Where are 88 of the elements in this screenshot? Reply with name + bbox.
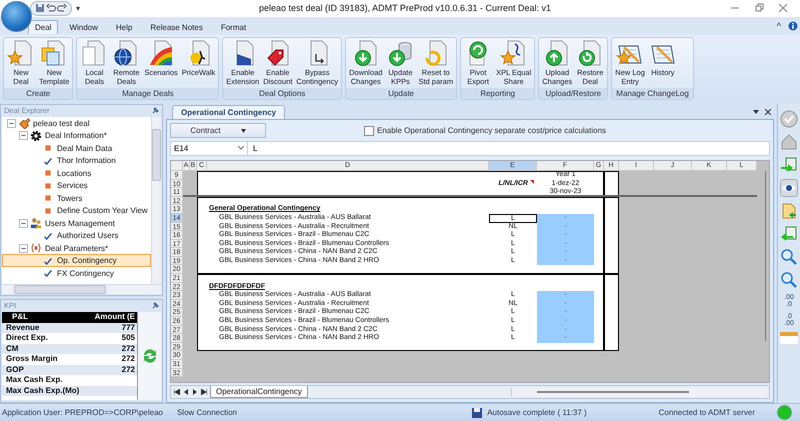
app-logo[interactable] bbox=[1, 1, 32, 32]
vertical-scrollbar[interactable] bbox=[151, 116, 161, 284]
eye-icon bbox=[780, 178, 798, 197]
ribbon-tab[interactable]: Window bbox=[62, 20, 105, 34]
sheet-tab[interactable]: OperationalContingency bbox=[210, 386, 308, 398]
pin-icon bbox=[151, 302, 159, 310]
horizontal-scrollbar[interactable] bbox=[2, 284, 161, 294]
dropdown-icon bbox=[753, 108, 759, 115]
ruler-icon bbox=[780, 332, 798, 344]
save-icon bbox=[472, 408, 482, 418]
horizontal-scrollbar[interactable] bbox=[510, 388, 765, 397]
status-text: Connected to ADMT server bbox=[658, 408, 755, 418]
group-label: Reporting bbox=[461, 88, 534, 99]
house-icon bbox=[780, 132, 798, 151]
name-box[interactable]: E14 bbox=[171, 142, 248, 155]
select-all-corner[interactable] bbox=[171, 160, 183, 171]
group-label: Upload/Restore bbox=[539, 88, 608, 99]
redo-icon bbox=[57, 3, 67, 14]
kpi-label: Max Cash Exp. bbox=[5, 375, 64, 386]
kpi-label: Max Cash Exp.(Mo) bbox=[5, 386, 80, 396]
tree-item[interactable]: Thor Information bbox=[2, 154, 151, 167]
kpi-value: 272 bbox=[120, 344, 136, 354]
deal-icon bbox=[18, 117, 30, 130]
tree-item[interactable]: peleao test deal bbox=[2, 116, 151, 130]
quick-access-dropdown[interactable]: ▾ bbox=[76, 4, 80, 13]
restore-icon bbox=[754, 3, 764, 14]
import-arrow-icon bbox=[780, 224, 798, 243]
document-tab[interactable]: Operational Contingency bbox=[172, 104, 286, 119]
status-text: Autosave complete ( 11:37 ) bbox=[487, 408, 587, 418]
previous-sheet-icon bbox=[183, 389, 189, 396]
kpi-value: 272 bbox=[120, 364, 136, 376]
kpi-value: 505 bbox=[120, 333, 136, 344]
ribbon-tab[interactable]: Deal bbox=[28, 20, 58, 34]
pin-icon bbox=[151, 106, 159, 115]
tree-item[interactable]: Deal Information* bbox=[2, 129, 151, 142]
tree-item[interactable]: FX Contingency bbox=[2, 266, 151, 280]
close-icon bbox=[778, 3, 788, 14]
tree-item[interactable]: Deal Main Data bbox=[2, 142, 151, 154]
ribbon-tab[interactable]: Format bbox=[214, 20, 254, 34]
gear-icon bbox=[30, 130, 42, 142]
kpi-value: 272 bbox=[120, 354, 136, 365]
checkbox[interactable] bbox=[364, 126, 374, 136]
group-label: Deal Options bbox=[223, 88, 342, 99]
last-sheet-icon bbox=[201, 389, 207, 396]
kpi-label: Direct Exp. bbox=[5, 333, 49, 344]
group-label: Update bbox=[346, 88, 456, 99]
kpi-value: 777 bbox=[120, 322, 136, 334]
kpi-label: GOP bbox=[5, 364, 25, 376]
users-icon bbox=[30, 217, 42, 230]
column-header: P&L bbox=[11, 312, 29, 323]
column-header: Amount (E bbox=[94, 312, 136, 323]
check-icon bbox=[42, 267, 54, 280]
comment-marker-icon bbox=[530, 180, 534, 184]
tree-item[interactable]: Authorized Users bbox=[2, 229, 151, 242]
close-icon bbox=[765, 108, 771, 115]
function-icon bbox=[30, 242, 42, 254]
document-arrow-icon bbox=[780, 202, 798, 220]
collapse-ribbon-button[interactable]: ^ bbox=[776, 20, 781, 31]
check-circle-icon bbox=[780, 110, 798, 128]
export-arrow-icon bbox=[780, 156, 798, 174]
scenario-dropdown[interactable]: Contract bbox=[170, 123, 266, 138]
save-icon bbox=[35, 3, 45, 14]
undo-icon bbox=[46, 3, 56, 14]
kpi-label: Revenue bbox=[5, 322, 40, 334]
kpi-label: CM bbox=[5, 344, 20, 354]
tree-item[interactable]: Users Management bbox=[2, 216, 151, 230]
kpi-label: Gross Margin bbox=[5, 354, 59, 365]
chevron-icon bbox=[238, 146, 244, 150]
next-sheet-icon bbox=[192, 389, 198, 396]
checkbox-label: Enable Operational Contingency separate cost/price calculations bbox=[377, 126, 606, 136]
ribbon-tab[interactable]: Help bbox=[108, 20, 140, 34]
group-label: Create bbox=[4, 88, 72, 99]
tree-item[interactable]: Deal Parameters* bbox=[2, 242, 151, 254]
tree-item[interactable]: Towers bbox=[2, 192, 151, 204]
ribbon-tab[interactable]: Release Notes bbox=[143, 20, 210, 34]
first-sheet-icon bbox=[174, 389, 180, 396]
group-label: Manage ChangeLog bbox=[612, 88, 693, 99]
caret-icon bbox=[240, 128, 246, 133]
tree-item[interactable]: Op. Contingency bbox=[2, 254, 151, 267]
status-text: Application User: PREPROD=>CORP\peleao bbox=[2, 408, 163, 418]
tree-item[interactable]: Define Custom Year View bbox=[2, 204, 151, 217]
tree-item[interactable]: Services bbox=[2, 179, 151, 192]
window-title: peleao test deal (ID 39183), ADMT PreProd v10.0.6.31 - Current Deal: v1 bbox=[258, 3, 552, 14]
formula-field[interactable]: L bbox=[248, 144, 258, 153]
info-icon bbox=[788, 20, 798, 31]
group-label: Manage Deals bbox=[77, 88, 218, 99]
tree-item[interactable]: Locations bbox=[2, 166, 151, 180]
status-text: Slow Connection bbox=[176, 408, 238, 418]
